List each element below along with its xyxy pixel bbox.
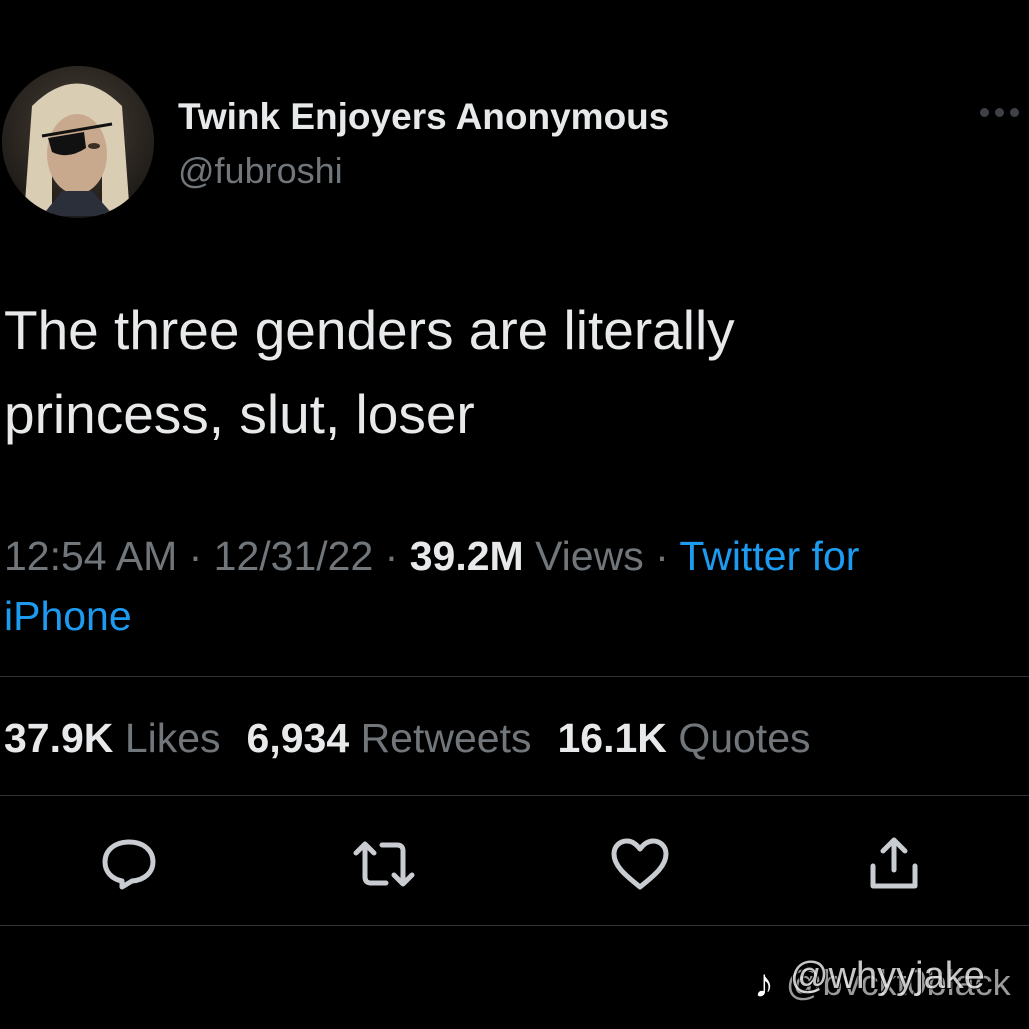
retweets-stat[interactable]: 6,934 Retweets bbox=[247, 715, 532, 761]
reply-icon bbox=[102, 839, 156, 890]
meta-separator: · bbox=[373, 533, 410, 579]
likes-count: 37.9K bbox=[4, 715, 114, 761]
retweets-count: 6,934 bbox=[246, 715, 350, 761]
retweet-icon bbox=[353, 841, 415, 887]
quotes-label: Quotes bbox=[678, 715, 811, 761]
more-dot-icon bbox=[1010, 107, 1019, 117]
quotes-count: 16.1K bbox=[557, 715, 667, 761]
watermark-text: @whyyjake bbox=[790, 955, 985, 997]
share-icon bbox=[870, 837, 918, 889]
more-dot-icon bbox=[980, 107, 989, 117]
reply-button[interactable] bbox=[97, 832, 161, 896]
like-button[interactable] bbox=[608, 832, 672, 896]
tweet-text: The three genders are literally princess… bbox=[4, 288, 1004, 456]
quotes-stat[interactable]: 16.1K Quotes bbox=[557, 715, 810, 761]
more-options-button[interactable] bbox=[980, 92, 1028, 132]
like-icon bbox=[611, 838, 669, 890]
tweet-text-line: The three genders are literally bbox=[4, 299, 735, 361]
tiktok-logo-icon: ♪ bbox=[754, 962, 774, 1006]
profile-photo bbox=[2, 66, 154, 218]
likes-label: Likes bbox=[124, 715, 221, 761]
avatar[interactable] bbox=[2, 66, 154, 218]
tweet-time[interactable]: 12:54 AM bbox=[4, 533, 177, 579]
divider bbox=[0, 925, 1029, 926]
tweet-date[interactable]: 12/31/22 bbox=[214, 533, 374, 579]
views-label: Views bbox=[535, 533, 644, 579]
retweet-button[interactable] bbox=[352, 832, 416, 896]
retweets-label: Retweets bbox=[360, 715, 532, 761]
likes-stat[interactable]: 37.9K Likes bbox=[4, 715, 221, 761]
more-dot-icon bbox=[995, 107, 1004, 117]
author-display-name[interactable]: Twink Enjoyers Anonymous bbox=[178, 96, 669, 138]
views-count: 39.2M bbox=[409, 533, 524, 579]
tweet-stats: 37.9K Likes 6,934 Retweets 16.1K Quotes bbox=[4, 712, 811, 764]
tweet-text-line: princess, slut, loser bbox=[4, 383, 475, 445]
meta-separator: · bbox=[177, 533, 214, 579]
divider bbox=[0, 795, 1029, 796]
share-button[interactable] bbox=[862, 832, 926, 896]
tweet-source-link[interactable]: iPhone bbox=[4, 593, 132, 639]
author-handle[interactable]: @fubroshi bbox=[178, 150, 343, 192]
tweet-source-link[interactable]: Twitter for bbox=[679, 533, 859, 579]
divider bbox=[0, 676, 1029, 677]
tweet-meta: 12:54 AM · 12/31/22 · 39.2M Views · Twit… bbox=[4, 526, 1014, 646]
meta-separator: · bbox=[643, 533, 680, 579]
